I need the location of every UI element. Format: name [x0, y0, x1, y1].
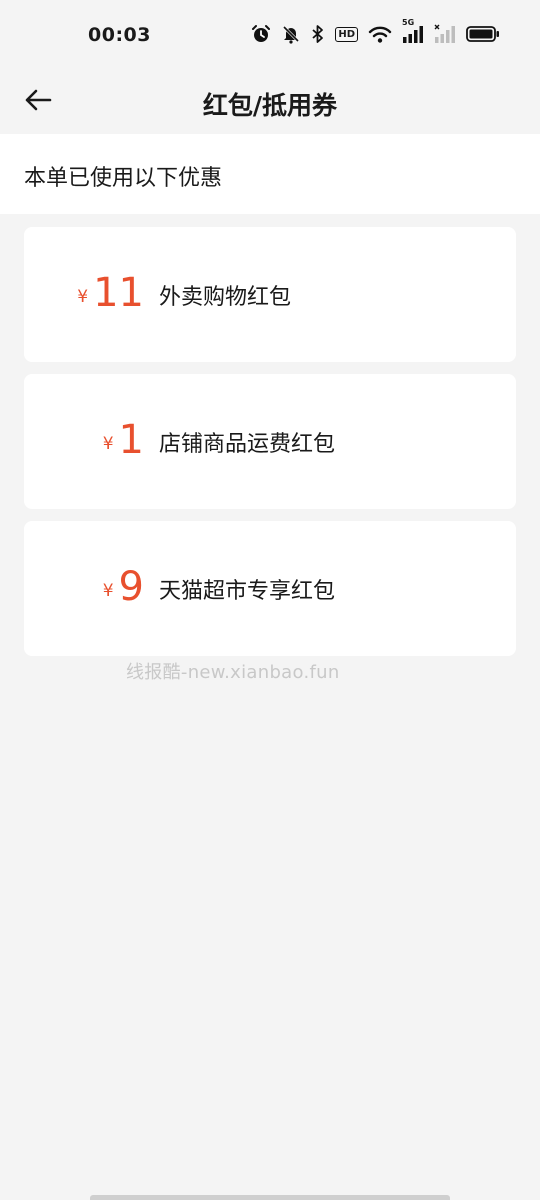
coupon-name: 店铺商品运费红包	[159, 432, 336, 457]
battery-icon	[466, 25, 500, 43]
navigation-header: 红包/抵用券	[0, 70, 540, 134]
status-time: 00:03	[88, 24, 151, 46]
watermark-text: 线报酷-new.xianbao.fun	[126, 662, 340, 683]
coupon-name: 外卖购物红包	[159, 285, 292, 310]
coupon-amount: ¥ 9	[24, 521, 159, 656]
coupon-value: 1	[118, 417, 144, 463]
coupon-value: 11	[93, 270, 144, 316]
page-title: 红包/抵用券	[202, 91, 338, 120]
status-bar: 00:03 HD 5G	[0, 0, 540, 70]
currency-symbol: ¥	[102, 581, 114, 601]
applied-discounts-text: 本单已使用以下优惠	[24, 166, 223, 191]
alarm-icon	[251, 24, 271, 44]
coupon-card[interactable]: ¥ 11 外卖购物红包	[24, 227, 516, 362]
currency-symbol: ¥	[77, 287, 89, 307]
coupon-card[interactable]: ¥ 9 天猫超市专享红包	[24, 521, 516, 656]
bluetooth-icon	[311, 24, 325, 44]
coupon-name: 天猫超市专享红包	[159, 579, 336, 604]
wifi-icon	[368, 24, 392, 44]
home-indicator[interactable]	[90, 1195, 450, 1200]
coupon-amount: ¥ 1	[24, 374, 159, 509]
currency-symbol: ¥	[102, 434, 114, 454]
hd-icon: HD	[335, 26, 358, 42]
applied-discounts-banner: 本单已使用以下优惠	[0, 134, 540, 214]
coupon-value: 9	[118, 564, 144, 610]
status-icons: HD 5G	[251, 18, 500, 44]
signal-empty-icon	[434, 24, 456, 44]
signal-icon: 5G	[402, 18, 424, 44]
coupon-amount: ¥ 11	[24, 227, 159, 362]
mute-icon	[281, 24, 301, 44]
network-type-label: 5G	[402, 18, 415, 27]
coupon-card[interactable]: ¥ 1 店铺商品运费红包	[24, 374, 516, 509]
